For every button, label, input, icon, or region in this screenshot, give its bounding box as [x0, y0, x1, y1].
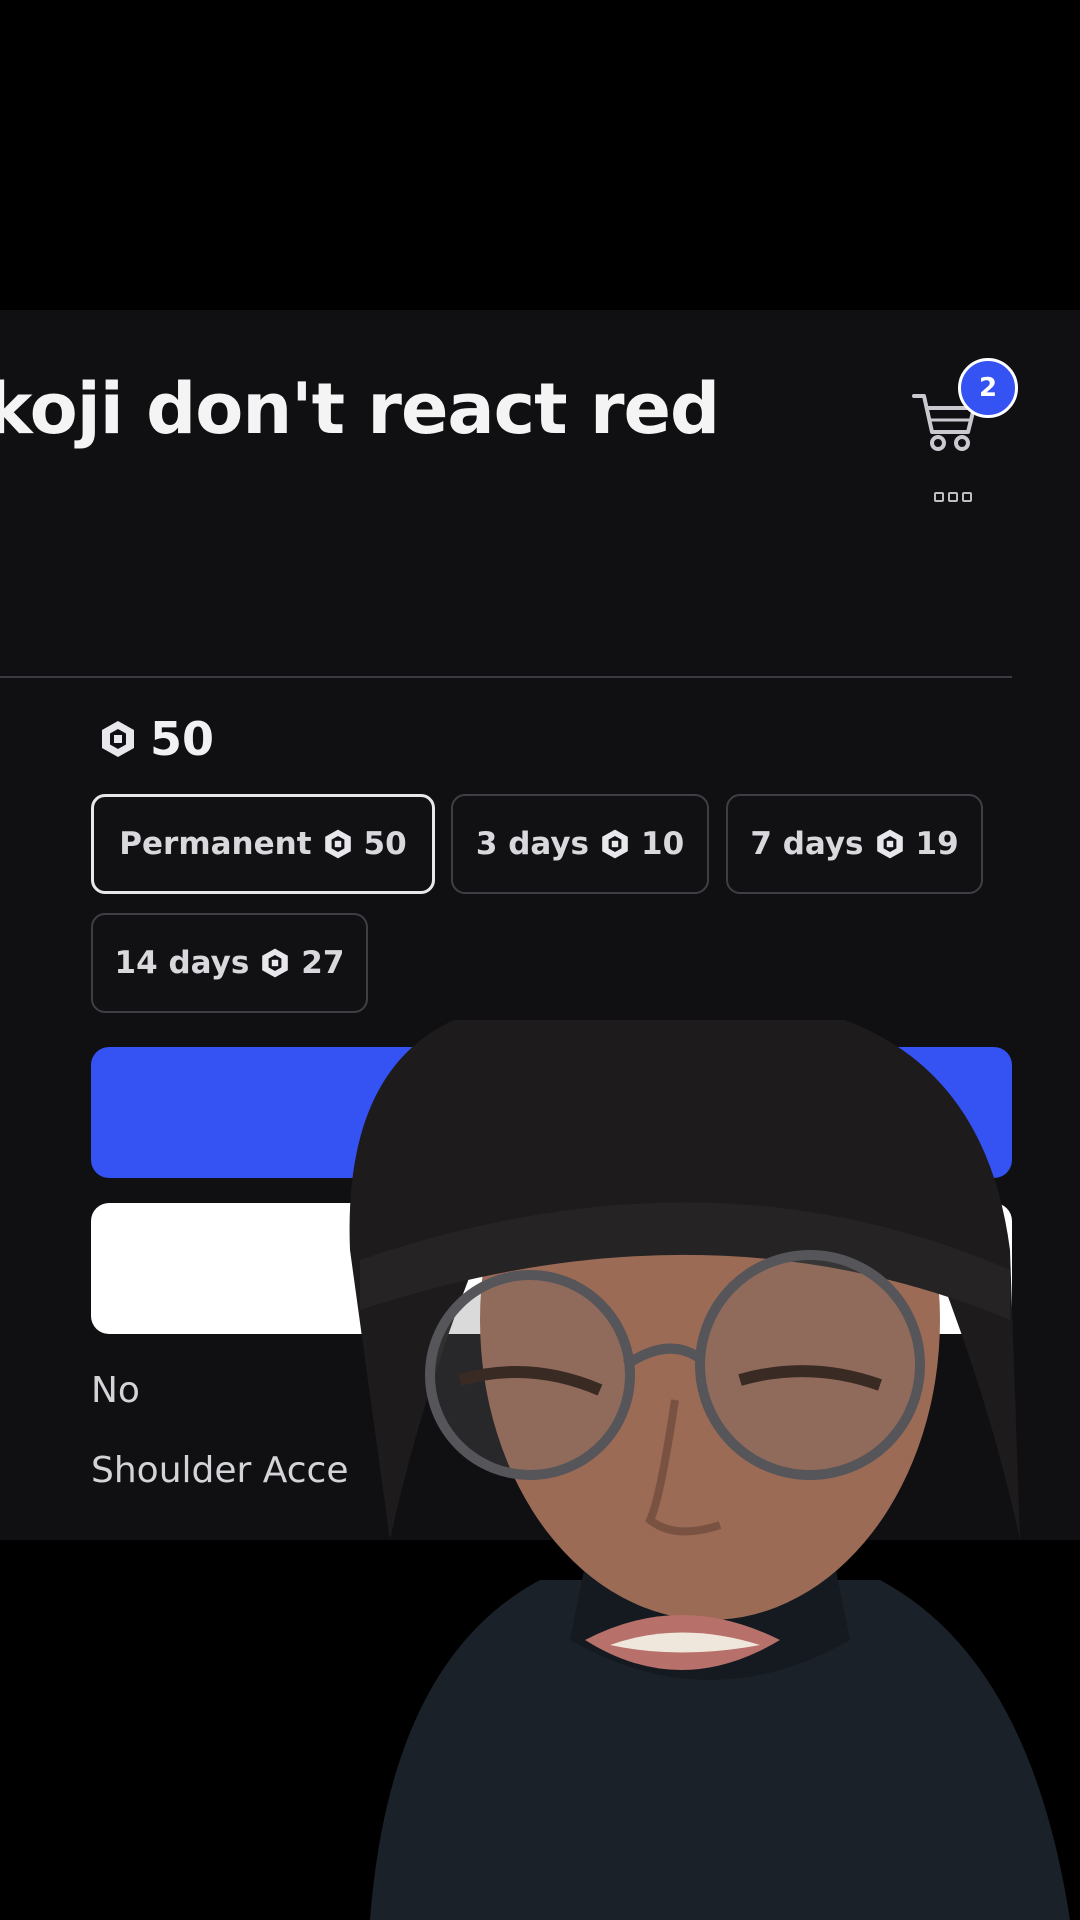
duration-price: 10 — [641, 826, 685, 862]
cart-count-badge: 2 — [958, 358, 1018, 418]
duration-label: 14 days — [114, 945, 250, 981]
duration-label: 3 days — [475, 826, 590, 862]
robux-icon — [324, 829, 351, 859]
presenter-webcam-overlay — [349, 1020, 1070, 1920]
duration-option-7-days[interactable]: 7 days 19 — [726, 794, 983, 894]
duration-price: 27 — [301, 945, 345, 981]
price-amount: 50 — [150, 712, 215, 766]
item-title: koji don't react red — [0, 368, 720, 450]
duration-option-14-days[interactable]: 14 days 27 — [91, 913, 368, 1013]
duration-option-3-days[interactable]: 3 days 10 — [451, 794, 709, 894]
robux-icon — [876, 829, 903, 859]
divider — [0, 676, 1012, 678]
duration-option-permanent[interactable]: Permanent 50 — [91, 794, 435, 894]
duration-price: 19 — [915, 826, 959, 862]
price-display: 50 — [98, 712, 214, 766]
duration-price: 50 — [363, 826, 407, 862]
category-line: Shoulder Acce — [91, 1450, 349, 1491]
duration-label: Permanent — [119, 826, 312, 862]
robux-icon — [102, 721, 134, 757]
robux-icon — [262, 948, 289, 978]
more-options-icon[interactable] — [934, 492, 972, 502]
detail-line: No — [91, 1370, 140, 1411]
robux-icon — [602, 829, 628, 859]
duration-label: 7 days — [750, 826, 864, 862]
